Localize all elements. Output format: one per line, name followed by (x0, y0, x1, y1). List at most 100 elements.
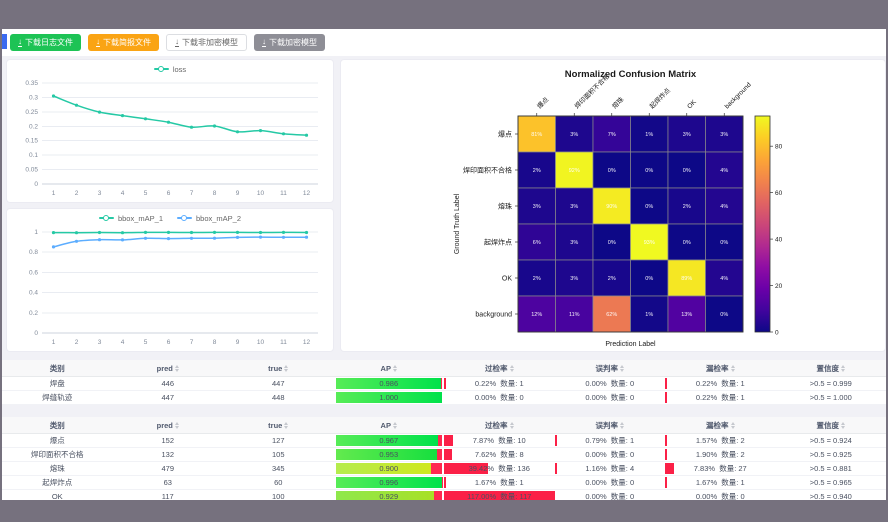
svg-text:2%: 2% (608, 276, 616, 282)
svg-text:0%: 0% (608, 240, 616, 246)
svg-text:40: 40 (775, 237, 783, 244)
true-cell: 127 (223, 434, 334, 448)
sort-icon[interactable] (393, 365, 397, 372)
button-label: 下载非加密模型 (182, 39, 238, 47)
column-label: 误判率 (596, 363, 619, 374)
false-rate-cell: 0.00% 数量: 0 (555, 448, 666, 462)
column-header-AP[interactable]: AP (334, 417, 445, 434)
sort-icon[interactable] (841, 422, 845, 429)
sort-icon[interactable] (284, 365, 288, 372)
column-header-true[interactable]: true (223, 417, 334, 434)
column-header-过检率[interactable]: 过检率 (444, 417, 555, 434)
column-header-true[interactable]: true (223, 360, 334, 377)
sort-icon[interactable] (731, 422, 735, 429)
column-header-类别: 类别 (2, 360, 113, 377)
column-header-pred[interactable]: pred (113, 360, 224, 377)
miss-rate-cell: 0.00% 数量: 0 (665, 490, 776, 501)
sort-icon[interactable] (393, 422, 397, 429)
class-name-cell: 焊印面积不合格 (2, 448, 113, 462)
rate-bar (665, 463, 674, 474)
column-header-过检率[interactable]: 过检率 (444, 360, 555, 377)
sort-icon[interactable] (284, 422, 288, 429)
over-rate-cell: 117.00% 数量: 117 (444, 490, 555, 501)
legend-item-bbox-map-1[interactable]: bbox_mAP_1 (99, 214, 163, 223)
confusion-matrix-figure: Normalized Confusion Matrix81%3%7%1%3%3%… (341, 60, 885, 351)
svg-text:Ground Truth Label: Ground Truth Label (454, 193, 461, 254)
svg-text:1: 1 (52, 190, 56, 197)
confidence-cell: >0.5 = 0.965 (776, 476, 887, 490)
column-header-pred[interactable]: pred (113, 417, 224, 434)
pred-cell: 447 (113, 391, 224, 405)
svg-text:0%: 0% (720, 240, 728, 246)
svg-text:20: 20 (775, 283, 783, 290)
table-row: 焊盘4464470.9860.22% 数量: 10.00% 数量: 00.22%… (2, 377, 886, 391)
download-report-button[interactable]: ↓ 下载简报文件 (88, 34, 159, 51)
miss-rate-cell: 1.57% 数量: 2 (665, 434, 776, 448)
charts-area: loss 00.050.10.150.20.250.30.35123456789… (2, 56, 886, 352)
svg-text:13%: 13% (681, 312, 692, 318)
svg-text:熔珠: 熔珠 (498, 202, 512, 211)
column-header-漏检率[interactable]: 漏检率 (665, 417, 776, 434)
sort-icon[interactable] (175, 365, 179, 372)
true-cell: 60 (223, 476, 334, 490)
column-label: 漏检率 (706, 420, 729, 431)
svg-text:0%: 0% (720, 312, 728, 318)
svg-text:10: 10 (257, 190, 265, 197)
svg-text:4: 4 (121, 339, 125, 346)
column-label: 置信度 (817, 420, 840, 431)
svg-text:7: 7 (190, 190, 194, 197)
svg-text:0.3: 0.3 (29, 94, 38, 101)
svg-text:0.6: 0.6 (29, 269, 38, 276)
svg-text:2%: 2% (683, 204, 691, 210)
column-header-置信度[interactable]: 置信度 (776, 360, 887, 377)
svg-text:6: 6 (167, 190, 171, 197)
download-encrypted-model-button[interactable]: ↓ 下载加密模型 (254, 34, 325, 51)
svg-text:11: 11 (280, 190, 287, 197)
button-label: 下载日志文件 (25, 39, 73, 47)
column-label: 过检率 (485, 363, 508, 374)
legend-item-bbox-map-2[interactable]: bbox_mAP_2 (177, 214, 241, 223)
svg-text:Normalized Confusion Matrix: Normalized Confusion Matrix (565, 69, 697, 80)
header-row: 类别 pred true AP过检率误判率 漏检率 置信度 (2, 417, 886, 434)
column-header-误判率[interactable]: 误判率 (555, 417, 666, 434)
sort-icon[interactable] (731, 365, 735, 372)
class-name-cell: OK (2, 490, 113, 501)
button-label: 下载简报文件 (103, 39, 151, 47)
false-rate-cell: 0.00% 数量: 0 (555, 476, 666, 490)
svg-text:80: 80 (775, 144, 783, 151)
svg-text:6: 6 (167, 339, 171, 346)
button-label: 下载加密模型 (269, 39, 317, 47)
svg-text:12: 12 (303, 190, 311, 197)
metrics-table-1: 类别predtrueAP 过检率 误判率 漏检率置信度焊盘4464470.9860.2… (2, 360, 886, 405)
pred-cell: 152 (113, 434, 224, 448)
sort-icon[interactable] (841, 365, 845, 372)
sort-icon[interactable] (620, 422, 624, 429)
column-label: true (268, 421, 282, 430)
download-log-button[interactable]: ↓ 下载日志文件 (10, 34, 81, 51)
over-rate-cell: 1.67% 数量: 1 (444, 476, 555, 490)
column-header-误判率[interactable]: 误判率 (555, 360, 666, 377)
download-plain-model-button[interactable]: ↓ 下载非加密模型 (166, 34, 247, 51)
legend-item-loss[interactable]: loss (154, 65, 186, 74)
sort-icon[interactable] (510, 365, 514, 372)
over-rate-cell: 7.62% 数量: 8 (444, 448, 555, 462)
sort-icon[interactable] (510, 422, 514, 429)
left-column: loss 00.050.10.150.20.250.30.35123456789… (6, 59, 334, 352)
rate-bar (444, 477, 446, 488)
svg-text:Prediction Label: Prediction Label (605, 341, 656, 348)
column-header-AP[interactable]: AP (334, 360, 445, 377)
rate-bar (665, 378, 667, 389)
class-name-cell: 焊缝轨迹 (2, 391, 113, 405)
sort-icon[interactable] (175, 422, 179, 429)
column-header-置信度[interactable]: 置信度 (776, 417, 887, 434)
column-header-漏检率[interactable]: 漏检率 (665, 360, 776, 377)
loss-chart-card: loss 00.050.10.150.20.250.30.35123456789… (6, 59, 334, 203)
svg-text:0.05: 0.05 (25, 167, 38, 174)
true-cell: 105 (223, 448, 334, 462)
column-label: 类别 (50, 420, 65, 431)
sort-icon[interactable] (620, 365, 624, 372)
svg-text:4%: 4% (720, 168, 728, 174)
svg-text:2: 2 (75, 190, 79, 197)
svg-text:12%: 12% (531, 312, 542, 318)
svg-text:8: 8 (213, 190, 217, 197)
